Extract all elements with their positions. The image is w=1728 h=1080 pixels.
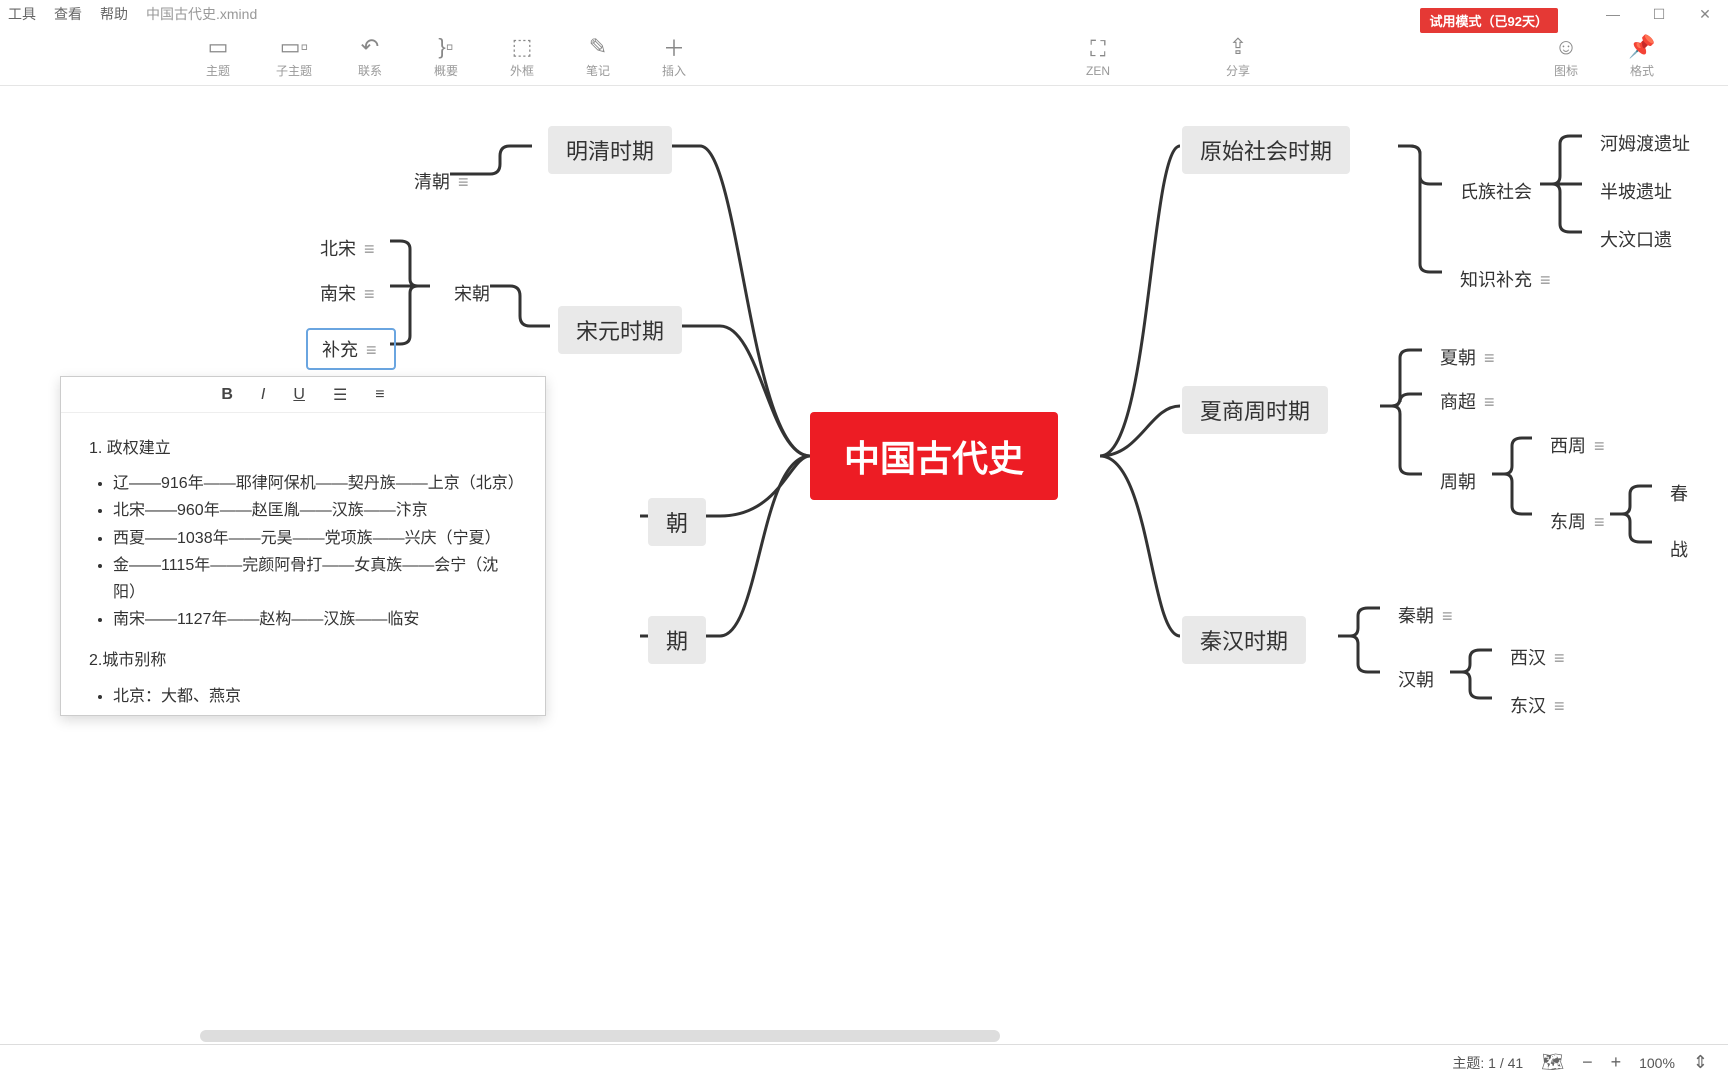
map-overview-button[interactable]: 🗺	[1541, 1052, 1564, 1073]
tool-relation[interactable]: ↶联系	[332, 29, 408, 85]
statusbar: 主题: 1 / 41 🗺 − + 100% ⇕	[0, 1044, 1728, 1080]
node-zhou[interactable]: 周朝	[1426, 462, 1490, 500]
underline-button[interactable]: U	[289, 384, 309, 406]
note-indicator-icon	[1554, 648, 1568, 669]
node-song[interactable]: 宋朝	[440, 274, 504, 312]
boundary-icon: ⬚	[512, 34, 533, 60]
tool-insert[interactable]: ＋插入	[636, 29, 712, 85]
summary-icon: }▫	[438, 34, 453, 60]
toolbar: ▭主题 ▭▫子主题 ↶联系 }▫概要 ⬚外框 ✎笔记 ＋插入 ⛶ZEN ⇪分享 …	[0, 28, 1728, 86]
note-indicator-icon	[1442, 606, 1456, 627]
node-beisong[interactable]: 北宋	[306, 229, 392, 267]
menu-view[interactable]: 查看	[54, 4, 82, 24]
italic-button[interactable]: I	[257, 384, 269, 406]
note-indicator-icon	[364, 239, 378, 260]
tool-subtopic[interactable]: ▭▫子主题	[256, 29, 332, 85]
node-root[interactable]: 中国古代史	[810, 412, 1058, 500]
note-bullet: 辽——916年——耶律阿保机——契丹族——上京（北京）	[113, 470, 517, 497]
tool-format[interactable]: 📌格式	[1604, 28, 1680, 84]
node-dawenkou[interactable]: 大汶口遗	[1586, 220, 1686, 258]
share-icon: ⇪	[1229, 34, 1247, 60]
node-yuanshi[interactable]: 原始社会时期	[1182, 126, 1350, 174]
mindmap-canvas[interactable]: 中国古代史 明清时期 清朝 宋元时期 宋朝 北宋 南宋 补充 朝 期 原始社会时…	[0, 86, 1728, 916]
note-icon: ✎	[589, 34, 607, 60]
node-xihan[interactable]: 西汉	[1496, 638, 1582, 676]
tool-summary[interactable]: }▫概要	[408, 29, 484, 85]
zoom-out-button[interactable]: −	[1582, 1052, 1593, 1073]
maximize-button[interactable]: ☐	[1636, 0, 1682, 28]
node-partial-chao[interactable]: 朝	[648, 498, 706, 546]
note-indicator-icon	[1594, 436, 1608, 457]
note-indicator-icon	[366, 340, 380, 361]
subtopic-icon: ▭▫	[280, 34, 309, 60]
note-bullet: 金——1115年——完颜阿骨打——女真族——会宁（沈阳）	[113, 552, 517, 606]
note-heading: 1. 政权建立	[89, 435, 517, 462]
note-indicator-icon	[1484, 348, 1498, 369]
node-hemudu[interactable]: 河姆渡遗址	[1586, 124, 1704, 162]
node-shizu[interactable]: 氏族社会	[1446, 172, 1546, 210]
node-han[interactable]: 汉朝	[1384, 660, 1448, 698]
topic-count: 主题: 1 / 41	[1452, 1053, 1523, 1073]
menu-tool[interactable]: 工具	[8, 4, 36, 24]
note-indicator-icon	[458, 172, 472, 193]
note-bullet: 北宋——960年——赵匡胤——汉族——汴京	[113, 497, 517, 524]
tool-boundary[interactable]: ⬚外框	[484, 29, 560, 85]
node-qin[interactable]: 秦朝	[1384, 596, 1470, 634]
node-zhan[interactable]: 战	[1656, 530, 1702, 568]
node-mingqing[interactable]: 明清时期	[548, 126, 672, 174]
node-xiashangzhou[interactable]: 夏商周时期	[1182, 386, 1328, 434]
zoom-stepper[interactable]: ⇕	[1693, 1052, 1708, 1073]
node-qinhan[interactable]: 秦汉时期	[1182, 616, 1306, 664]
horizontal-scrollbar[interactable]	[200, 1030, 1000, 1042]
node-qing[interactable]: 清朝	[400, 162, 486, 200]
node-shang[interactable]: 商超	[1426, 382, 1512, 420]
zoom-level: 100%	[1639, 1055, 1675, 1071]
tool-note[interactable]: ✎笔记	[560, 29, 636, 85]
insert-icon: ＋	[663, 34, 685, 60]
node-buchong[interactable]: 补充	[306, 328, 396, 370]
note-bullet: 西夏——1038年——元昊——党项族——兴庆（宁夏）	[113, 525, 517, 552]
bullet-list-button[interactable]: ☰	[329, 383, 351, 407]
node-xizhou[interactable]: 西周	[1536, 426, 1622, 464]
node-banpo[interactable]: 半坡遗址	[1586, 172, 1686, 210]
note-indicator-icon	[364, 284, 378, 305]
emoji-icon: ☺	[1555, 34, 1577, 60]
minimize-button[interactable]: —	[1590, 0, 1636, 28]
note-bullet: 南宋——1127年——赵构——汉族——临安	[113, 606, 517, 633]
node-partial-qi[interactable]: 期	[648, 616, 706, 664]
window-controls: — ☐ ✕	[1590, 0, 1728, 28]
zoom-in-button[interactable]: +	[1611, 1052, 1622, 1073]
note-indicator-icon	[1484, 392, 1498, 413]
note-bullet: 北京：大都、燕京	[113, 683, 517, 710]
note-editor-popup: B I U ☰ ≡ 1. 政权建立 辽——916年——耶律阿保机——契丹族——上…	[60, 376, 546, 716]
bold-button[interactable]: B	[217, 384, 237, 406]
note-indicator-icon	[1540, 270, 1554, 291]
note-indicator-icon	[1594, 512, 1608, 533]
document-filename: 中国古代史.xmind	[146, 4, 257, 24]
note-editor-body[interactable]: 1. 政权建立 辽——916年——耶律阿保机——契丹族——上京（北京） 北宋——…	[61, 413, 545, 713]
node-songyuan[interactable]: 宋元时期	[558, 306, 682, 354]
tool-emoji[interactable]: ☺图标	[1528, 28, 1604, 84]
close-button[interactable]: ✕	[1682, 0, 1728, 28]
tool-share[interactable]: ⇪分享	[1200, 29, 1276, 85]
zen-icon: ⛶	[1090, 36, 1105, 62]
node-chun[interactable]: 春	[1656, 474, 1702, 512]
node-zhishi[interactable]: 知识补充	[1446, 260, 1568, 298]
tool-zen[interactable]: ⛶ZEN	[1060, 29, 1136, 85]
tool-topic[interactable]: ▭主题	[180, 29, 256, 85]
node-donghan[interactable]: 东汉	[1496, 686, 1582, 724]
format-icon: 📌	[1628, 34, 1655, 60]
number-list-button[interactable]: ≡	[371, 384, 388, 406]
node-nansong[interactable]: 南宋	[306, 274, 392, 312]
node-xia[interactable]: 夏朝	[1426, 338, 1512, 376]
note-editor-toolbar: B I U ☰ ≡	[61, 377, 545, 413]
note-heading: 2.城市别称	[89, 647, 517, 674]
menu-help[interactable]: 帮助	[100, 4, 128, 24]
relation-icon: ↶	[361, 34, 379, 60]
topic-icon: ▭	[208, 34, 229, 60]
node-dongzhou[interactable]: 东周	[1536, 502, 1622, 540]
note-indicator-icon	[1554, 696, 1568, 717]
